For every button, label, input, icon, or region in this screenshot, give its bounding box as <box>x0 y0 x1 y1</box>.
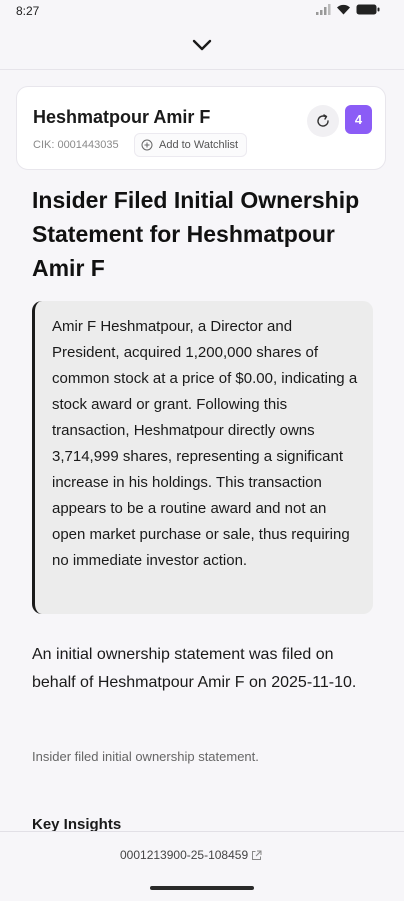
company-header-card: Heshmatpour Amir F CIK: 0001443035 Add t… <box>16 86 386 170</box>
status-time: 8:27 <box>16 4 40 18</box>
filing-subtext: Insider filed initial ownership statemen… <box>32 749 259 764</box>
company-name: Heshmatpour Amir F <box>33 107 211 127</box>
refresh-icon <box>317 114 329 127</box>
cik-label: CIK: 0001443035 <box>33 139 119 151</box>
refresh-button[interactable] <box>307 105 339 137</box>
summary-text: Amir F Heshmatpour, a Director and Presi… <box>52 318 358 569</box>
accession-number: 0001213900-25-108459 <box>120 848 249 862</box>
collapse-button[interactable] <box>189 34 215 56</box>
filing-description: An initial ownership statement was filed… <box>32 646 357 691</box>
status-icons <box>316 4 380 15</box>
add-to-watchlist-button[interactable]: Add to Watchlist <box>134 133 248 157</box>
battery-icon <box>356 4 380 15</box>
top-divider <box>0 69 404 70</box>
home-indicator <box>150 886 254 890</box>
chevron-down-icon <box>192 39 212 51</box>
wifi-icon <box>337 4 350 15</box>
watchlist-label: Add to Watchlist <box>159 139 239 151</box>
plus-circle-icon <box>141 139 153 151</box>
filings-count-badge[interactable]: 4 <box>345 105 372 134</box>
external-link-icon <box>252 850 262 860</box>
ai-summary-box: Amir F Heshmatpour, a Director and Presi… <box>32 301 373 614</box>
page-title: Insider Filed Initial Ownership Statemen… <box>32 187 360 281</box>
footer-bar: 0001213900-25-108459 <box>0 831 404 901</box>
accession-link[interactable]: 0001213900-25-108459 <box>120 848 262 862</box>
signal-icon <box>316 4 331 15</box>
status-bar: 8:27 <box>0 0 404 24</box>
